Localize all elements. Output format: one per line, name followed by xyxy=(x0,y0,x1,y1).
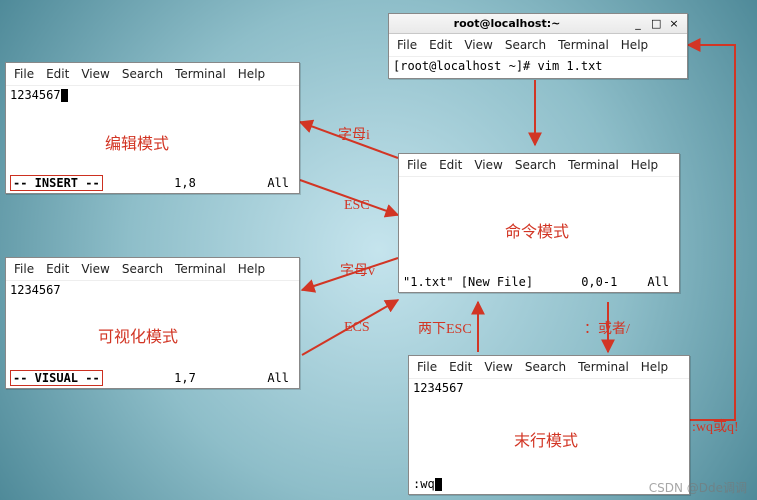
cursor-position: 1,8 xyxy=(103,176,268,190)
editor-text: 1234567 xyxy=(413,381,464,395)
window-lastline-mode: File Edit View Search Terminal Help 1234… xyxy=(408,355,690,495)
label-lastline-mode: 末行模式 xyxy=(514,427,578,451)
titlebar: root@localhost:~ _ □ × xyxy=(389,14,687,34)
menu-edit[interactable]: Edit xyxy=(449,360,472,374)
menu-search[interactable]: Search xyxy=(515,158,556,172)
cursor xyxy=(61,89,68,102)
cursor-position: 1,7 xyxy=(103,371,268,385)
menu-file[interactable]: File xyxy=(14,67,34,81)
menu-help[interactable]: Help xyxy=(631,158,658,172)
menu-help[interactable]: Help xyxy=(238,262,265,276)
arrow-label-letter-i: 字母i xyxy=(338,124,370,144)
shell-prompt: [root@localhost ~]# vim 1.txt xyxy=(393,59,603,73)
menu-file[interactable]: File xyxy=(417,360,437,374)
scroll-position: All xyxy=(267,371,295,385)
status-line: "1.txt" [New File] 0,0-1 All xyxy=(399,273,679,291)
arrow-label-wq-q: :wq或q! xyxy=(692,416,739,436)
ex-command: :wq xyxy=(413,477,435,491)
maximize-button[interactable]: □ xyxy=(651,17,661,30)
editor-text: 1234567 xyxy=(10,283,61,297)
window-terminal-launch: root@localhost:~ _ □ × File Edit View Se… xyxy=(388,13,688,79)
file-info: "1.txt" [New File] xyxy=(403,275,533,289)
menu-file[interactable]: File xyxy=(397,38,417,52)
close-button[interactable]: × xyxy=(669,17,679,30)
arrow-label-double-esc: 两下ESC xyxy=(418,318,472,338)
cursor xyxy=(435,478,442,491)
label-visual-mode: 可视化模式 xyxy=(98,323,178,347)
menu-terminal[interactable]: Terminal xyxy=(558,38,609,52)
menu-help[interactable]: Help xyxy=(238,67,265,81)
menu-edit[interactable]: Edit xyxy=(439,158,462,172)
menu-search[interactable]: Search xyxy=(122,67,163,81)
menu-view[interactable]: View xyxy=(464,38,492,52)
arrow-label-ecs: ECS xyxy=(344,320,370,336)
status-line: -- INSERT -- 1,8 All xyxy=(6,174,299,192)
arrow-label-esc: ESC xyxy=(344,198,370,214)
menu-view[interactable]: View xyxy=(484,360,512,374)
status-line: :wq xyxy=(409,475,689,493)
status-line: -- VISUAL -- 1,7 All xyxy=(6,369,299,387)
minimize-button[interactable]: _ xyxy=(633,17,643,30)
menu-help[interactable]: Help xyxy=(621,38,648,52)
scroll-position: All xyxy=(267,176,295,190)
label-edit-mode: 编辑模式 xyxy=(105,130,169,154)
arrow-label-letter-v: 字母v xyxy=(340,260,375,280)
menu-search[interactable]: Search xyxy=(122,262,163,276)
vim-mode-indicator: -- VISUAL -- xyxy=(10,370,103,386)
menu-edit[interactable]: Edit xyxy=(429,38,452,52)
menu-file[interactable]: File xyxy=(407,158,427,172)
menu-view[interactable]: View xyxy=(474,158,502,172)
vim-mode-indicator: -- INSERT -- xyxy=(10,175,103,191)
menu-terminal[interactable]: Terminal xyxy=(578,360,629,374)
menubar: File Edit View Search Terminal Help xyxy=(6,63,299,86)
menu-terminal[interactable]: Terminal xyxy=(568,158,619,172)
menu-terminal[interactable]: Terminal xyxy=(175,262,226,276)
cursor-position: 0,0-1 xyxy=(533,275,647,289)
watermark: CSDN @Dde调调 xyxy=(649,479,747,496)
menu-view[interactable]: View xyxy=(81,262,109,276)
menu-file[interactable]: File xyxy=(14,262,34,276)
menu-search[interactable]: Search xyxy=(525,360,566,374)
menubar: File Edit View Search Terminal Help xyxy=(409,356,689,379)
editor-text: 1234567 xyxy=(10,88,61,102)
menubar: File Edit View Search Terminal Help xyxy=(6,258,299,281)
menubar: File Edit View Search Terminal Help xyxy=(399,154,679,177)
menu-edit[interactable]: Edit xyxy=(46,67,69,81)
menu-edit[interactable]: Edit xyxy=(46,262,69,276)
menu-search[interactable]: Search xyxy=(505,38,546,52)
label-command-mode: 命令模式 xyxy=(505,218,569,242)
window-edit-mode: File Edit View Search Terminal Help 1234… xyxy=(5,62,300,194)
scroll-position: All xyxy=(647,275,675,289)
menu-terminal[interactable]: Terminal xyxy=(175,67,226,81)
window-title: root@localhost:~ xyxy=(389,17,625,30)
terminal-content[interactable]: [root@localhost ~]# vim 1.txt xyxy=(389,57,687,75)
menubar: File Edit View Search Terminal Help xyxy=(389,34,687,57)
arrow-label-colon-slash: ：或者/ xyxy=(584,318,630,338)
menu-view[interactable]: View xyxy=(81,67,109,81)
menu-help[interactable]: Help xyxy=(641,360,668,374)
